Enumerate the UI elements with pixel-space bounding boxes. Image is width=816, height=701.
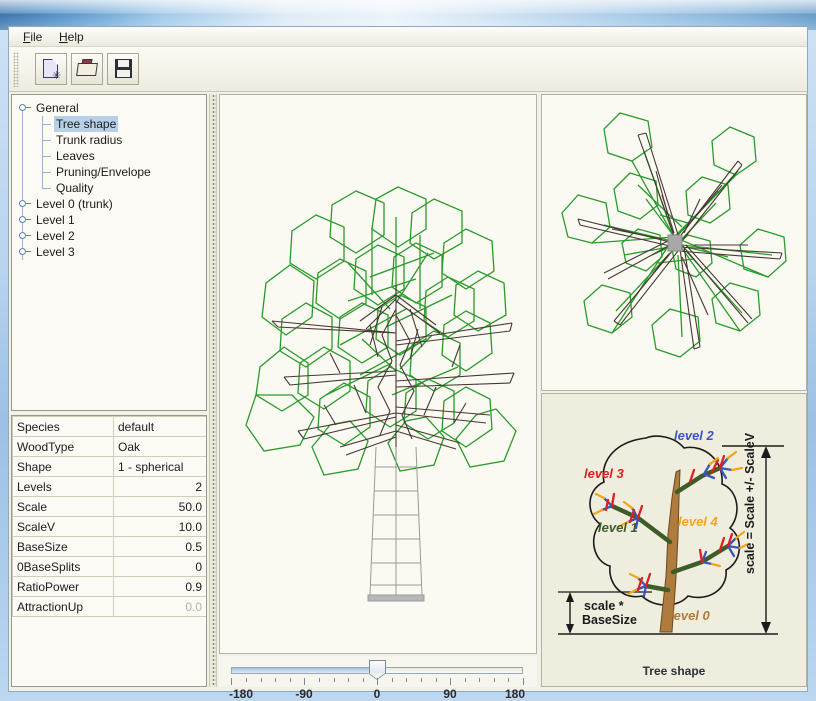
property-key: ScaleV [13,517,114,537]
save-file-button[interactable] [107,53,139,85]
table-row[interactable]: WoodTypeOak [13,437,207,457]
property-key: Levels [13,477,114,497]
rotation-slider-area[interactable]: -180 -90 0 90 180 [219,656,537,687]
menu-bar: File Help [9,27,807,47]
client-area: File Help ✳ [8,26,808,692]
property-value[interactable]: 50.0 [114,497,207,517]
property-value[interactable]: 10.0 [114,517,207,537]
diagram-label-level4: level 4 [678,514,719,529]
title-bar[interactable]: Arbaro [default] ✕ [0,0,816,26]
application-window: Arbaro [default] ✕ File Help ✳ [0,0,816,701]
property-value: 0.0 [114,597,207,617]
property-table[interactable]: Speciesdefault WoodTypeOak Shape1 - sphe… [11,415,207,687]
window-title: Arbaro [default] [30,4,115,18]
maximize-button[interactable] [739,3,770,24]
property-key: WoodType [13,437,114,457]
slider-thumb[interactable] [369,660,386,674]
table-row[interactable]: RatioPower0.9 [13,577,207,597]
maximize-icon [749,8,760,18]
table-row[interactable]: 0BaseSplits0 [13,557,207,577]
expand-toggle-icon[interactable] [19,232,26,239]
slider-tick-label: -90 [295,687,312,701]
menu-help-rest: elp [68,30,84,44]
diagram-label-basesize-2: BaseSize [582,613,637,627]
toolbar-grip[interactable] [13,52,19,87]
menu-file-rest: ile [30,30,42,44]
menu-item-help[interactable]: Help [53,30,90,45]
property-table-body: Speciesdefault WoodTypeOak Shape1 - sphe… [12,416,207,617]
table-row[interactable]: Levels2 [13,477,207,497]
property-key: 0BaseSplits [13,557,114,577]
property-key: BaseSize [13,537,114,557]
property-value[interactable]: default [114,417,207,437]
diagram-label-level2: level 2 [674,428,715,443]
property-value[interactable]: 2 [114,477,207,497]
tree-shape-diagram: level 2 level 3 level 1 level 4 level 0 … [541,393,807,687]
table-row[interactable]: ScaleV10.0 [13,517,207,537]
slider-tick-label: 180 [505,687,525,701]
diagram-caption: Tree shape [542,664,806,678]
property-value[interactable]: 0.5 [114,537,207,557]
tool-bar: ✳ [9,47,807,92]
tree-top-view[interactable] [541,94,807,391]
table-row[interactable]: Speciesdefault [13,417,207,437]
expand-toggle-icon[interactable] [19,248,26,255]
left-pane: General Tree shape Trunk radius Leaves [11,94,207,687]
property-key: Shape [13,457,114,477]
slider-tick-label: 90 [443,687,456,701]
new-file-button[interactable]: ✳ [35,53,67,85]
minimize-button[interactable] [709,3,740,24]
open-file-button[interactable] [71,53,103,85]
expand-toggle-icon[interactable] [19,216,26,223]
table-row[interactable]: BaseSize0.5 [13,537,207,557]
parameter-tree[interactable]: General Tree shape Trunk radius Leaves [11,94,207,411]
tree-shape-illustration: level 2 level 3 level 1 level 4 level 0 … [542,394,806,664]
sparkle-icon: ✳ [52,72,61,81]
slider-tick-label: -180 [229,687,253,701]
diagram-label-level0: level 0 [670,608,711,623]
table-row[interactable]: Shape1 - spherical [13,457,207,477]
close-icon: ✕ [784,7,797,20]
table-row[interactable]: AttractionUp0.0 [13,597,207,617]
open-folder-icon [76,63,98,76]
expand-toggle-icon[interactable] [19,200,26,207]
menu-item-file[interactable]: File [17,30,48,45]
save-floppy-icon [115,59,132,78]
property-key: Scale [13,497,114,517]
property-value[interactable]: Oak [114,437,207,457]
diagram-label-level1: level 1 [598,520,638,535]
property-key: RatioPower [13,577,114,597]
divider-grip-dots [212,94,216,687]
property-key: Species [13,417,114,437]
property-value[interactable]: 0 [114,557,207,577]
minimize-icon [719,15,730,18]
diagram-label-scale: scale = Scale +/- ScaleV [743,432,757,574]
expand-toggle-icon[interactable] [19,104,26,111]
slider-track-fill [232,668,377,673]
close-button[interactable]: ✕ [769,3,812,24]
property-value[interactable]: 1 - spherical [114,457,207,477]
tree-front-view[interactable] [219,94,537,654]
property-key: AttractionUp [13,597,114,617]
app-tree-icon [7,4,24,21]
table-row[interactable]: Scale50.0 [13,497,207,517]
split-pane-divider[interactable] [209,94,217,687]
tree-front-wireframe [220,95,536,653]
property-value[interactable]: 0.9 [114,577,207,597]
slider-tick-label: 0 [374,687,381,701]
diagram-label-basesize-1: scale * [584,599,624,613]
tree-top-wireframe [542,95,806,390]
diagram-label-level3: level 3 [584,466,625,481]
